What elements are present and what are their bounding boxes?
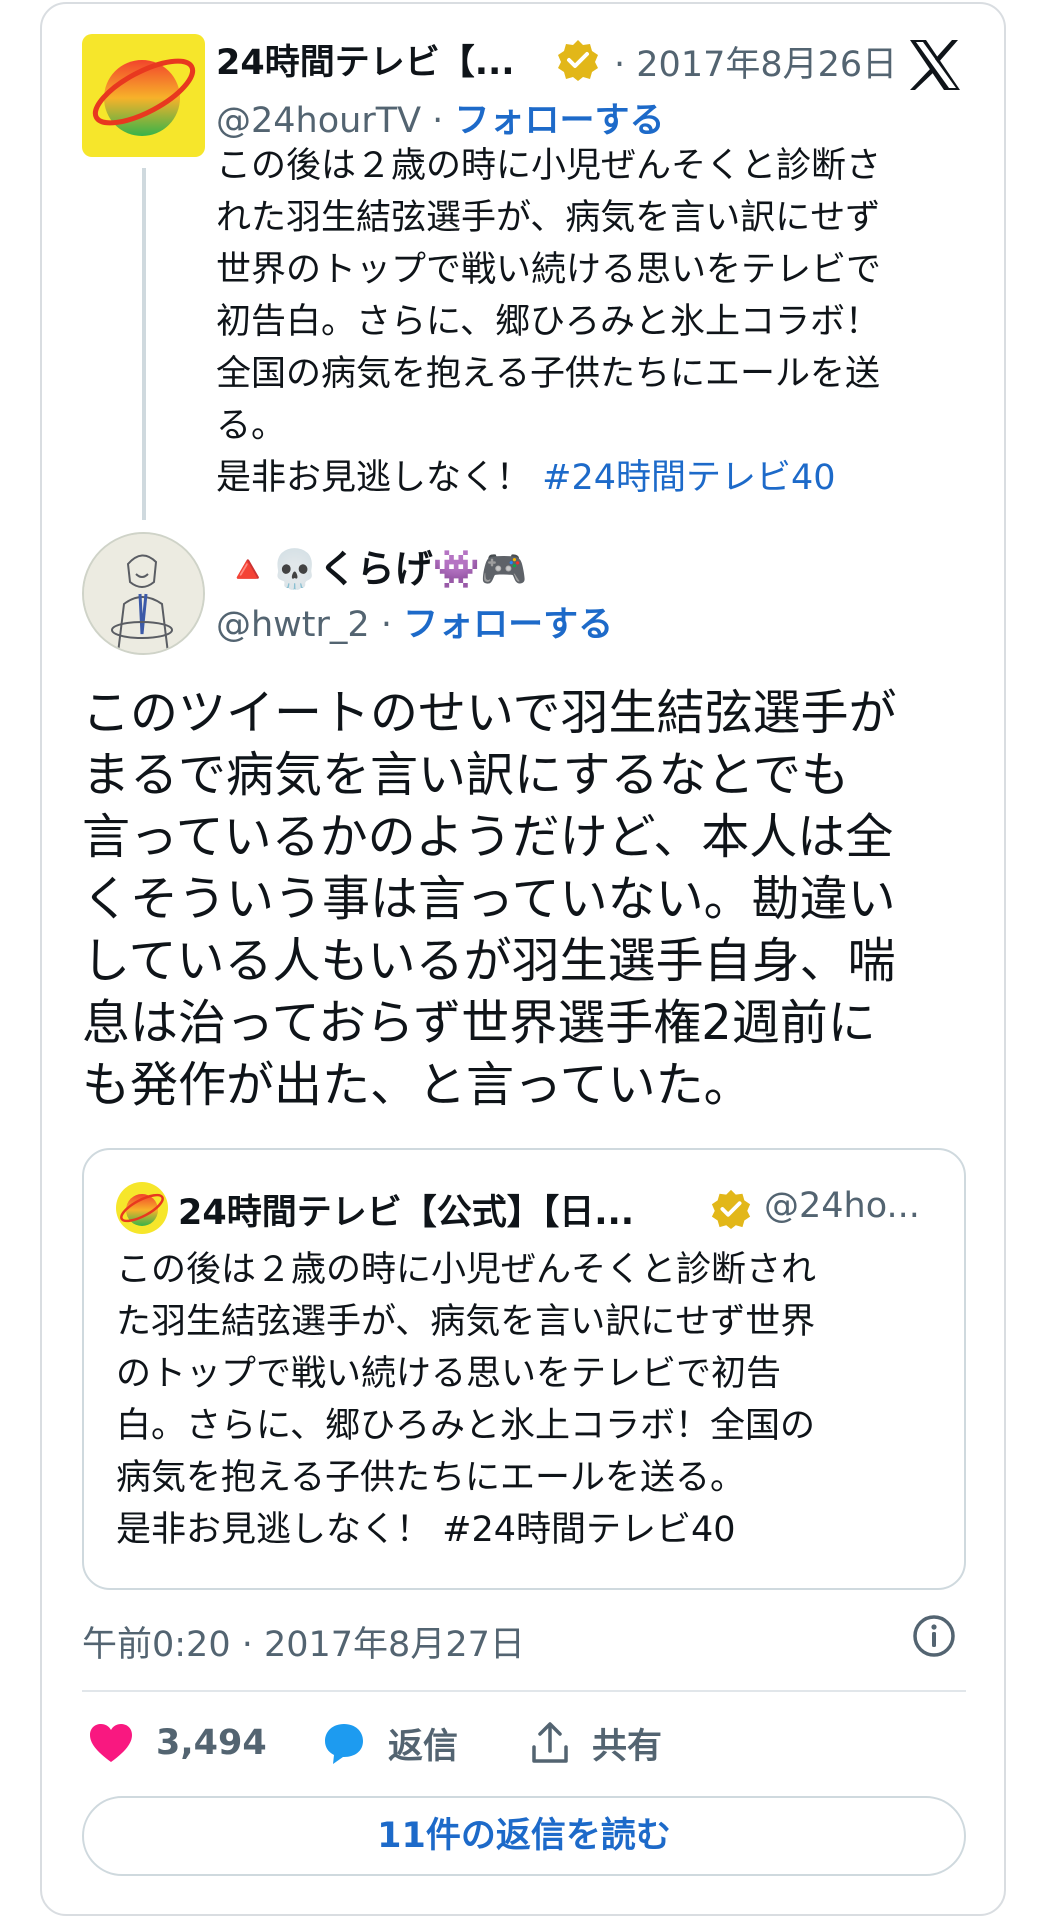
follow-button[interactable]: フォローする xyxy=(403,605,613,645)
like-button[interactable]: 3,494 xyxy=(88,1716,267,1770)
heart-icon xyxy=(90,1724,132,1762)
follow-button[interactable]: フォローする xyxy=(454,101,664,141)
info-icon[interactable] xyxy=(912,1614,956,1658)
quoted-handle: @24ho... xyxy=(764,1186,920,1226)
divider xyxy=(82,1690,966,1692)
parent-handle[interactable]: @24hourTV xyxy=(216,101,421,141)
quoted-tweet[interactable]: 24時間テレビ【公式】【日... @24ho... この後は２歳の時に小児ぜんそ… xyxy=(82,1148,966,1590)
parent-date-text: 2017年8月26日 xyxy=(636,45,898,85)
thread-line xyxy=(142,168,146,520)
share-icon xyxy=(532,1722,568,1763)
action-bar: 3,494 返信 共有 xyxy=(82,1716,966,1770)
reply-bubble-icon xyxy=(325,1724,363,1764)
separator: · xyxy=(614,45,626,85)
parent-text-body: この後は２歳の時に小児ぜんそくと診断さ れた羽生結弦選手が、病気を言い訳にせず … xyxy=(216,146,882,498)
quoted-author-name: 24時間テレビ【公式】【日... xyxy=(178,1193,635,1233)
separator: · xyxy=(380,605,392,645)
hashtag-link[interactable]: #24時間テレビ40 xyxy=(542,458,835,498)
tweet-timestamp[interactable]: 午前0:20 · 2017年8月27日 xyxy=(82,1616,525,1667)
like-count: 3,494 xyxy=(156,1723,267,1763)
parent-handle-row: @24hourTV · フォローする xyxy=(216,92,664,143)
read-replies-button[interactable]: 11件の返信を読む xyxy=(82,1796,966,1876)
verified-badge-icon xyxy=(556,38,600,82)
share-label: 共有 xyxy=(592,1726,663,1767)
separator: · xyxy=(432,101,444,141)
quoted-avatar xyxy=(116,1182,168,1234)
quoted-tweet-text: この後は２歳の時に小児ぜんそくと診断され た羽生結弦選手が、病気を言い訳にせず世… xyxy=(116,1250,817,1550)
main-tweet-text: このツイートのせいで羽生結弦選手が まるで病気を言い訳にするなとでも 言っている… xyxy=(82,685,897,1113)
main-author-name[interactable]: 🔺💀くらげ👾🎮 xyxy=(224,538,527,593)
main-handle[interactable]: @hwtr_2 xyxy=(216,605,370,645)
parent-author-name[interactable]: 24時間テレビ【... xyxy=(216,34,515,85)
share-button[interactable]: 共有 xyxy=(530,1716,662,1770)
x-logo-icon[interactable] xyxy=(906,36,964,94)
main-avatar[interactable] xyxy=(82,532,205,655)
parent-tweet-text: この後は２歳の時に小児ぜんそくと診断さ れた羽生結弦選手が、病気を言い訳にせず … xyxy=(216,140,966,504)
main-handle-row: @hwtr_2 · フォローする xyxy=(216,596,613,647)
parent-avatar[interactable] xyxy=(82,34,205,157)
reply-label: 返信 xyxy=(388,1726,459,1767)
parent-date[interactable]: · 2017年8月26日 xyxy=(614,36,897,87)
verified-badge-icon xyxy=(710,1188,752,1230)
reply-button[interactable]: 返信 xyxy=(322,1716,458,1770)
